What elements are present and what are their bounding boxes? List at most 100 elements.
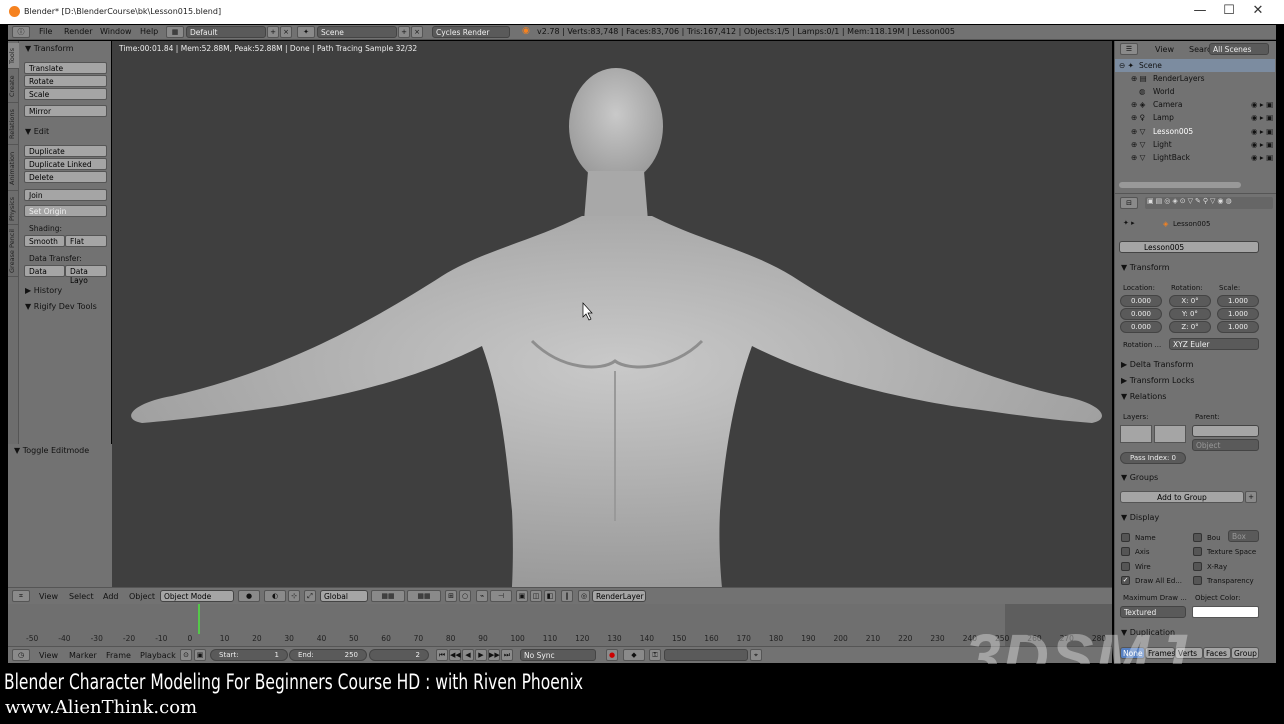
add-group-icon[interactable]: + xyxy=(1245,491,1257,503)
delta-transform-header[interactable]: ▶ Delta Transform xyxy=(1121,360,1193,369)
tab-grease-pencil[interactable]: Grease Pencil xyxy=(8,227,19,277)
outliner-row-light[interactable]: ⊕ ▽ Light ◉ ▸ ▣ xyxy=(1115,138,1275,151)
record-icon[interactable]: ● xyxy=(606,649,618,661)
data-layout-button[interactable]: Data Layo xyxy=(65,265,107,285)
tl-menu-view[interactable]: View xyxy=(39,651,58,660)
mirror-button[interactable]: Mirror xyxy=(24,105,107,117)
mode-select[interactable]: Object Mode xyxy=(160,590,234,602)
duplicate-linked-button[interactable]: Duplicate Linked xyxy=(24,158,107,170)
transform-widget-icon[interactable]: ⤢ xyxy=(304,590,316,602)
snap-icon[interactable]: ⌁ xyxy=(476,590,488,602)
pass-index-field[interactable]: Pass Index: 0 xyxy=(1120,452,1186,464)
play-icon[interactable]: ▶ xyxy=(475,649,487,661)
orientation-select[interactable]: Global xyxy=(320,590,368,602)
location-z[interactable]: 0.000 xyxy=(1120,321,1162,333)
translate-button[interactable]: Translate xyxy=(24,62,107,74)
scene-icon[interactable]: ✦ xyxy=(297,26,315,38)
lock-layers-icon[interactable]: ⊞ xyxy=(445,590,457,602)
object-name-field[interactable]: Lesson005 xyxy=(1119,241,1259,253)
parent-type-select[interactable]: Object xyxy=(1192,439,1259,451)
preview-range-icon[interactable]: ⊙ xyxy=(180,649,192,661)
groups-header[interactable]: ▼ Groups xyxy=(1121,473,1158,482)
keying-icon[interactable]: ◆ xyxy=(623,649,645,661)
history-panel-header[interactable]: ▶ History xyxy=(25,286,62,295)
pivot-icon[interactable]: ◐ xyxy=(264,590,286,602)
duplicate-button[interactable]: Duplicate xyxy=(24,145,107,157)
rotation-z[interactable]: Z: 0° xyxy=(1169,321,1211,333)
tl-menu-marker[interactable]: Marker xyxy=(69,651,97,660)
location-y[interactable]: 0.000 xyxy=(1120,308,1162,320)
tl-menu-playback[interactable]: Playback xyxy=(140,651,176,660)
tab-create[interactable]: Create xyxy=(8,71,19,103)
menu-window[interactable]: Window xyxy=(100,27,132,36)
remove-scene-icon[interactable]: × xyxy=(411,26,423,38)
smooth-button[interactable]: Smooth xyxy=(24,235,65,247)
rotation-x[interactable]: X: 0° xyxy=(1169,295,1211,307)
name-checkbox[interactable] xyxy=(1121,533,1130,542)
properties-context-tabs[interactable]: ▣▤◎◈⊙▽✎⚲▽◉◍ xyxy=(1145,197,1273,209)
render-layer-field[interactable]: RenderLayer xyxy=(592,590,646,602)
object-color-swatch[interactable] xyxy=(1192,606,1259,618)
parent-field[interactable] xyxy=(1192,425,1259,437)
start-frame-field[interactable]: Start: 1 xyxy=(210,649,288,661)
menu-render[interactable]: Render xyxy=(64,27,92,36)
menu-add[interactable]: Add xyxy=(103,592,119,601)
snap-element-icon[interactable]: ⊣ xyxy=(490,590,512,602)
add-layout-icon[interactable]: + xyxy=(267,26,279,38)
join-button[interactable]: Join xyxy=(24,189,107,201)
prev-key-icon[interactable]: ◀◀ xyxy=(449,649,461,661)
maximize-button[interactable]: ☐ xyxy=(1214,3,1244,18)
scale-y[interactable]: 1.000 xyxy=(1217,308,1259,320)
data-button[interactable]: Data xyxy=(24,265,65,277)
proportional-edit-icon[interactable]: ○ xyxy=(459,590,471,602)
toggle-editmode-header[interactable]: ▼ Toggle Editmode xyxy=(14,446,89,455)
render-camera-icon[interactable]: ◫ xyxy=(530,590,542,602)
keyingset-icon[interactable]: ⚿ xyxy=(649,649,661,661)
tab-physics[interactable]: Physics xyxy=(8,193,19,225)
jump-start-icon[interactable]: ⏮ xyxy=(436,649,448,661)
layers-grid-1[interactable] xyxy=(1120,425,1152,443)
relations-header[interactable]: ▼ Relations xyxy=(1121,392,1166,401)
transparency-checkbox[interactable] xyxy=(1193,576,1202,585)
keying-set-field[interactable] xyxy=(664,649,748,661)
rigify-panel-header[interactable]: ▼ Rigify Dev Tools xyxy=(25,302,97,311)
pause-render-icon[interactable]: ‖ xyxy=(561,590,573,602)
layers-grid-2[interactable] xyxy=(1154,425,1186,443)
scale-z[interactable]: 1.000 xyxy=(1217,321,1259,333)
dup-group-button[interactable]: Group xyxy=(1231,647,1259,659)
play-reverse-icon[interactable]: ◀ xyxy=(462,649,474,661)
timeline[interactable]: -50 -40 -30 -20 -10 0 10 20 30 40 50 60 70 80 90 100 110… xyxy=(8,604,1112,646)
bounds-checkbox[interactable] xyxy=(1193,533,1202,542)
texture-space-checkbox[interactable] xyxy=(1193,547,1202,556)
outliner-display-mode[interactable]: All Scenes xyxy=(1209,43,1269,55)
outliner-row-lamp[interactable]: ⊕ ♀ Lamp ◉ ▸ ▣ xyxy=(1115,111,1275,124)
add-to-group-button[interactable]: Add to Group xyxy=(1120,491,1244,503)
menu-help[interactable]: Help xyxy=(140,27,158,36)
jump-end-icon[interactable]: ⏭ xyxy=(501,649,513,661)
layout-icon[interactable]: ▦ xyxy=(166,26,184,38)
outliner-editor-type-icon[interactable]: ☰ xyxy=(1120,43,1138,55)
minimize-button[interactable]: — xyxy=(1185,3,1215,18)
outliner-row-lesson005[interactable]: ⊕ ▽ Lesson005 ◉ ▸ ▣ xyxy=(1115,125,1275,138)
tab-tools[interactable]: Tools xyxy=(8,43,19,69)
shading-mode-icon[interactable]: ● xyxy=(238,590,260,602)
rotation-mode-select[interactable]: XYZ Euler xyxy=(1169,338,1259,350)
current-frame-field[interactable]: 2 xyxy=(369,649,429,661)
3d-viewport[interactable]: Time:00:01.84 | Mem:52.88M, Peak:52.88M … xyxy=(112,41,1112,587)
rotate-button[interactable]: Rotate xyxy=(24,75,107,87)
xray-checkbox[interactable] xyxy=(1193,562,1202,571)
timeline-editor-type-icon[interactable]: ◷ xyxy=(12,649,30,661)
render-layer-icon[interactable]: ◎ xyxy=(578,590,590,602)
edit-panel-header[interactable]: ▼ Edit xyxy=(25,127,49,136)
render-engine-select[interactable]: Cycles Render xyxy=(432,26,510,38)
properties-editor-type-icon[interactable]: ⊟ xyxy=(1120,197,1138,209)
pin-icon[interactable]: ✦ ▸ xyxy=(1123,219,1135,227)
remove-layout-icon[interactable]: × xyxy=(280,26,292,38)
outliner-view-menu[interactable]: View xyxy=(1155,45,1174,54)
display-header[interactable]: ▼ Display xyxy=(1121,513,1159,522)
set-origin-select[interactable]: Set Origin xyxy=(24,205,107,217)
layout-field[interactable]: Default xyxy=(186,26,266,38)
transform-panel-header[interactable]: ▼ Transform xyxy=(25,44,74,53)
menu-object[interactable]: Object xyxy=(129,592,155,601)
close-button[interactable]: ✕ xyxy=(1243,3,1273,18)
